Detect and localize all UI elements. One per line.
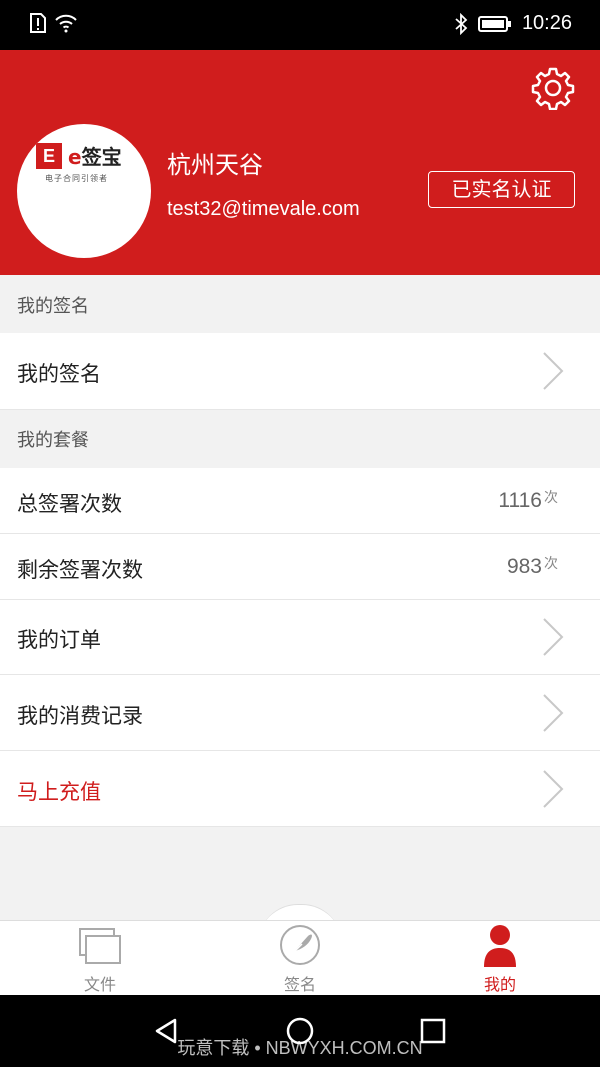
section-header-package: 我的套餐	[0, 410, 600, 468]
watermark-text: 玩意下载 • NBWYXH.COM.CN	[177, 1038, 423, 1058]
tab-label: 我的	[483, 975, 516, 994]
remaining-count-value: 983	[506, 555, 542, 578]
row-my-signature[interactable]: 我的签名	[0, 333, 600, 410]
verified-badge[interactable]: 已实名认证	[428, 171, 575, 208]
esign-logo-icon: E	[36, 142, 62, 169]
chevron-right-icon	[543, 618, 564, 656]
logo-text: 签宝	[81, 145, 122, 169]
chevron-right-icon	[543, 694, 564, 732]
bluetooth-icon	[455, 12, 468, 35]
chevron-right-icon	[543, 352, 564, 390]
wifi-icon	[55, 14, 77, 33]
tab-sign[interactable]: 签名	[200, 921, 400, 996]
tab-mine[interactable]: 我的	[400, 921, 600, 996]
section-header-signature: 我的签名	[0, 275, 600, 333]
status-bar: 10:26	[0, 0, 600, 50]
row-label: 剩余签署次数	[17, 558, 143, 582]
row-label: 总签署次数	[17, 492, 122, 516]
row-label: 马上充值	[17, 780, 101, 804]
avatar[interactable]: E e签宝 电子合同引领者	[17, 124, 151, 258]
chevron-right-icon	[543, 770, 564, 808]
bottom-tab-bar: 文件 签名 我的	[0, 920, 600, 995]
settings-gear-icon[interactable]	[531, 66, 575, 110]
count-unit: 次	[544, 490, 558, 506]
count-unit: 次	[544, 556, 558, 572]
row-label: 我的签名	[17, 362, 101, 386]
tab-label: 文件	[83, 975, 116, 994]
battery-icon	[477, 15, 511, 32]
user-icon	[484, 925, 516, 967]
files-icon	[79, 928, 121, 964]
logo-e: e	[68, 145, 82, 169]
clock: 10:26	[521, 12, 572, 34]
row-my-orders[interactable]: 我的订单	[0, 600, 600, 675]
row-consumption-records[interactable]: 我的消费记录	[0, 675, 600, 751]
logo-slogan: 电子合同引领者	[45, 174, 108, 183]
company-name: 杭州天谷	[167, 151, 263, 179]
tab-label: 签名	[283, 975, 316, 994]
screen: 10:26 E e签宝 电子合同引领者 杭州天谷 test32@timevale…	[0, 0, 600, 1067]
account-email: test32@timevale.com	[167, 198, 360, 220]
total-count-value: 1116	[498, 489, 542, 512]
row-recharge[interactable]: 马上充值	[0, 751, 600, 827]
sim-alert-icon	[30, 13, 46, 33]
row-label: 我的消费记录	[17, 704, 143, 728]
quill-pen-icon	[280, 925, 320, 965]
tab-files[interactable]: 文件	[0, 921, 200, 996]
row-total-count: 总签署次数 1116 次	[0, 468, 600, 534]
row-label: 我的订单	[17, 628, 101, 652]
row-remaining-count: 剩余签署次数 983 次	[0, 534, 600, 600]
